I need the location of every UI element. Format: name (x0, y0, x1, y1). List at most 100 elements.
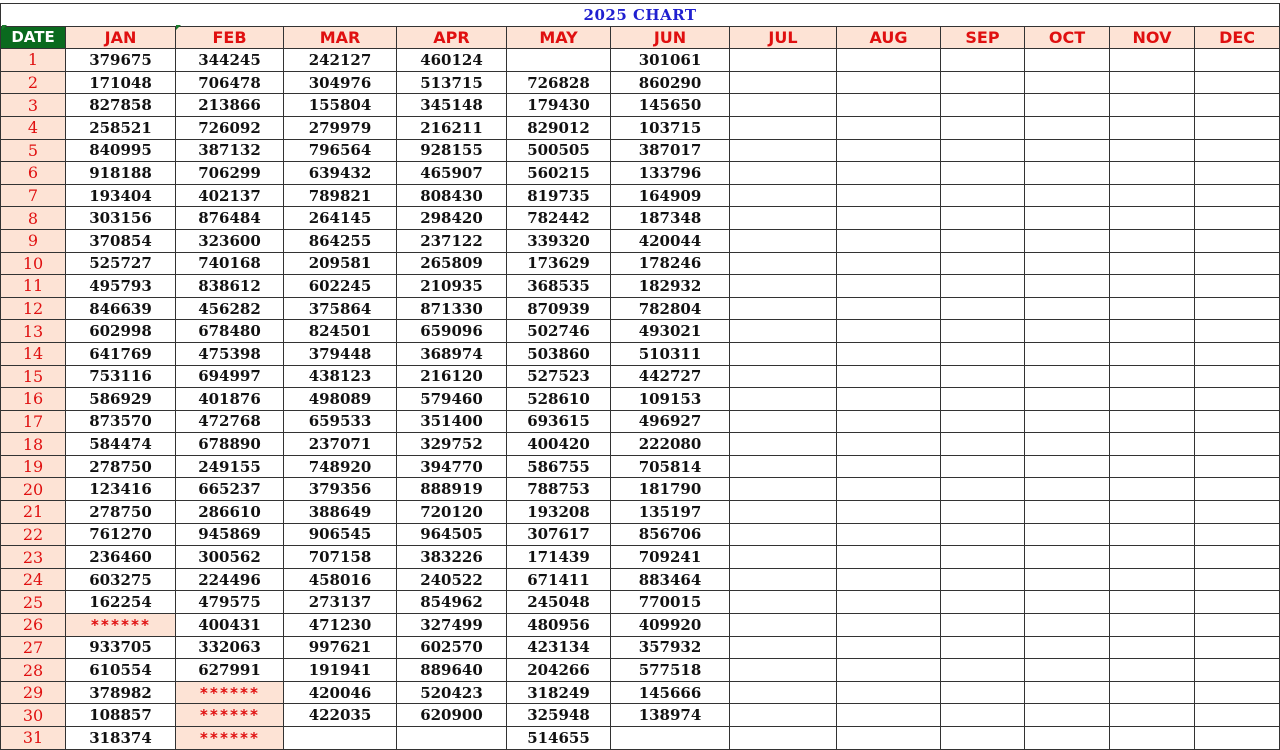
date-cell[interactable]: 10 (0, 251, 66, 276)
value-cell[interactable]: 496927 (610, 409, 730, 434)
value-cell[interactable] (1024, 703, 1110, 727)
value-cell[interactable]: 236460 (65, 545, 176, 569)
date-cell[interactable]: 31 (0, 726, 66, 750)
value-cell[interactable] (1193, 567, 1280, 592)
value-cell[interactable]: 237122 (396, 228, 507, 253)
value-cell[interactable] (729, 522, 837, 547)
value-cell[interactable]: 368974 (396, 341, 507, 366)
value-cell[interactable]: 694997 (175, 364, 284, 389)
value-cell[interactable]: 304976 (283, 70, 397, 95)
date-cell[interactable]: 7 (0, 183, 66, 208)
date-cell[interactable]: 28 (0, 658, 66, 682)
value-cell[interactable]: 387017 (610, 138, 730, 163)
value-cell[interactable]: 145650 (610, 93, 730, 117)
value-cell[interactable] (836, 703, 941, 727)
value-cell[interactable]: 264145 (283, 206, 397, 230)
value-cell[interactable] (729, 183, 837, 208)
value-cell[interactable] (1109, 454, 1195, 479)
value-cell[interactable] (729, 432, 837, 456)
value-cell[interactable] (1193, 387, 1280, 411)
value-cell[interactable]: 753116 (65, 364, 176, 389)
value-cell[interactable]: 204266 (506, 658, 611, 682)
value-cell[interactable] (729, 658, 837, 682)
value-cell[interactable] (1193, 680, 1280, 705)
value-cell[interactable] (1193, 590, 1280, 615)
value-cell[interactable] (940, 454, 1025, 479)
value-cell[interactable] (836, 680, 941, 705)
value-cell[interactable]: 357932 (610, 635, 730, 660)
value-cell[interactable] (1024, 409, 1110, 434)
value-cell[interactable]: 928155 (396, 138, 507, 163)
value-cell[interactable]: 442727 (610, 364, 730, 389)
value-cell[interactable]: 659533 (283, 409, 397, 434)
date-header[interactable]: DATE (0, 25, 66, 50)
value-cell[interactable]: 155804 (283, 93, 397, 117)
value-cell[interactable]: 210935 (396, 274, 507, 298)
date-cell[interactable]: 26 (0, 613, 66, 637)
value-cell[interactable]: 300562 (175, 545, 284, 569)
value-cell[interactable] (1109, 115, 1195, 140)
value-cell[interactable] (1024, 274, 1110, 298)
date-cell[interactable]: 24 (0, 567, 66, 592)
value-cell[interactable] (1109, 635, 1195, 660)
value-cell[interactable]: 480956 (506, 613, 611, 637)
value-cell[interactable] (1024, 387, 1110, 411)
value-cell[interactable] (836, 183, 941, 208)
value-cell[interactable]: 888919 (396, 477, 507, 502)
value-cell[interactable]: 586929 (65, 387, 176, 411)
value-cell[interactable] (836, 658, 941, 682)
value-cell[interactable]: 808430 (396, 183, 507, 208)
value-cell[interactable]: 671411 (506, 567, 611, 592)
value-cell[interactable]: 510311 (610, 341, 730, 366)
date-cell[interactable]: 17 (0, 409, 66, 434)
value-cell[interactable] (1109, 545, 1195, 569)
value-cell[interactable] (1109, 70, 1195, 95)
masked-value-cell[interactable]: ****** (175, 680, 284, 705)
value-cell[interactable]: 584474 (65, 432, 176, 456)
value-cell[interactable]: 400431 (175, 613, 284, 637)
value-cell[interactable]: 705814 (610, 454, 730, 479)
value-cell[interactable] (940, 387, 1025, 411)
month-header-apr[interactable]: APR (396, 25, 507, 50)
value-cell[interactable] (1109, 500, 1195, 524)
value-cell[interactable]: 182932 (610, 274, 730, 298)
value-cell[interactable]: 329752 (396, 432, 507, 456)
value-cell[interactable]: 678480 (175, 319, 284, 343)
value-cell[interactable] (1193, 115, 1280, 140)
value-cell[interactable]: 388649 (283, 500, 397, 524)
value-cell[interactable] (940, 613, 1025, 637)
value-cell[interactable]: 379448 (283, 341, 397, 366)
value-cell[interactable]: 187348 (610, 206, 730, 230)
masked-value-cell[interactable]: ****** (175, 726, 284, 750)
month-header-jun[interactable]: JUN (610, 25, 730, 50)
value-cell[interactable]: 475398 (175, 341, 284, 366)
value-cell[interactable] (940, 500, 1025, 524)
value-cell[interactable]: 602998 (65, 319, 176, 343)
value-cell[interactable] (1024, 635, 1110, 660)
value-cell[interactable]: 422035 (283, 703, 397, 727)
value-cell[interactable] (836, 500, 941, 524)
value-cell[interactable] (1193, 432, 1280, 456)
value-cell[interactable] (940, 364, 1025, 389)
value-cell[interactable]: 216211 (396, 115, 507, 140)
value-cell[interactable]: 610554 (65, 658, 176, 682)
value-cell[interactable] (1024, 658, 1110, 682)
value-cell[interactable] (729, 680, 837, 705)
date-cell[interactable]: 21 (0, 500, 66, 524)
value-cell[interactable] (836, 206, 941, 230)
value-cell[interactable]: 906545 (283, 522, 397, 547)
value-cell[interactable]: 402137 (175, 183, 284, 208)
value-cell[interactable]: 265809 (396, 251, 507, 276)
masked-value-cell[interactable]: ****** (175, 703, 284, 727)
value-cell[interactable]: 345148 (396, 93, 507, 117)
value-cell[interactable] (836, 522, 941, 547)
value-cell[interactable]: 278750 (65, 454, 176, 479)
value-cell[interactable] (940, 319, 1025, 343)
value-cell[interactable]: 240522 (396, 567, 507, 592)
value-cell[interactable] (1024, 500, 1110, 524)
value-cell[interactable] (836, 635, 941, 660)
value-cell[interactable] (1024, 454, 1110, 479)
value-cell[interactable]: 796564 (283, 138, 397, 163)
value-cell[interactable] (1193, 703, 1280, 727)
value-cell[interactable] (1109, 161, 1195, 185)
